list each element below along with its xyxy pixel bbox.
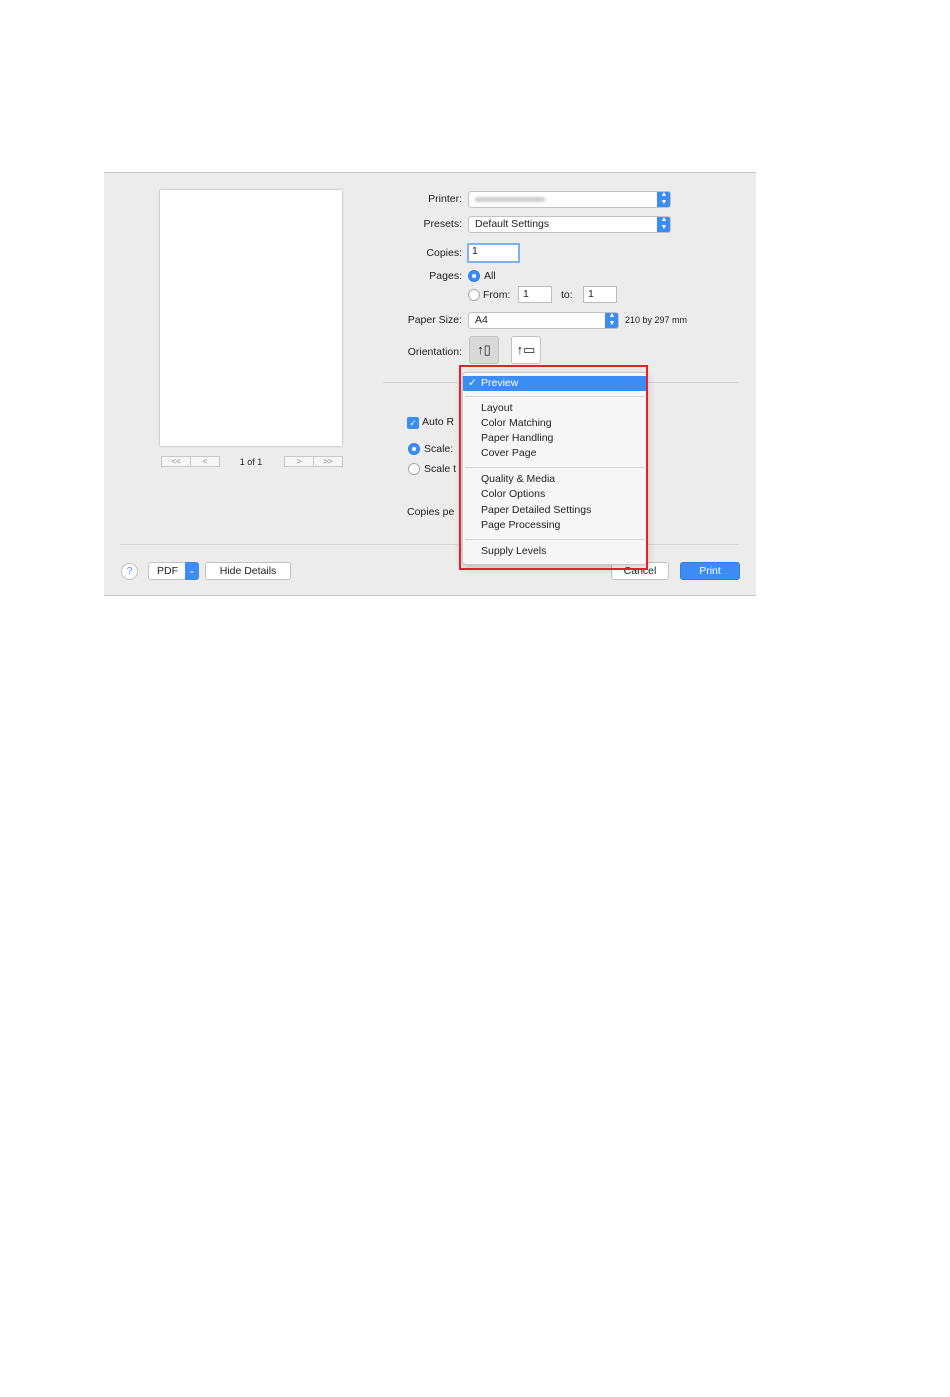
help-button[interactable]: ? [121,563,138,580]
pdf-label: PDF [157,565,178,577]
popup-arrows-icon: ▲ ▼ [657,217,670,232]
landscape-orientation-button[interactable]: ↑▭ [511,336,541,364]
paper-size-popup[interactable]: A4 ▲ ▼ [468,312,619,329]
pages-from-label: From: [483,289,511,301]
copies-label: Copies: [426,247,462,259]
scale-label: Scale: [424,443,454,455]
portrait-orientation-button[interactable]: ↑▯ [469,336,499,364]
hide-details-button[interactable]: Hide Details [205,562,291,580]
pages-from-field[interactable]: 1 [518,286,552,303]
printer-name-redacted [475,197,545,202]
printer-label: Printer: [428,193,462,205]
paper-dimensions: 210 by 297 mm [625,315,688,325]
scale-radio[interactable] [408,443,420,455]
paper-size-value: A4 [475,314,488,326]
paper-size-label: Paper Size: [407,314,462,326]
pages-all-radio[interactable] [468,270,480,282]
popup-arrows-icon: ▲ ▼ [605,313,618,328]
highlight-annotation-box [459,365,648,570]
pdf-menu-button[interactable]: PDF ⌄ [148,562,199,580]
pages-to-label: to: [561,289,573,301]
print-button[interactable]: Print [680,562,740,580]
scale-to-fit-label: Scale t [424,463,457,475]
chevron-down-icon: ⌄ [185,562,199,580]
auto-rotate-checkbox[interactable]: ✓ [407,417,419,429]
pages-to-field[interactable]: 1 [583,286,617,303]
copies-field[interactable]: 1 [467,243,520,263]
pages-label: Pages: [429,270,462,282]
page-counter: 1 of 1 [239,457,263,467]
next-page-button[interactable]: > [284,456,314,467]
pages-all-label: All [484,270,496,282]
popup-arrows-icon: ▲ ▼ [657,192,670,207]
orientation-label: Orientation: [407,346,462,358]
last-page-button[interactable]: >> [313,456,343,467]
printer-popup[interactable]: ▲ ▼ [468,191,671,208]
page-preview [160,190,342,446]
pages-range-radio[interactable] [468,289,480,301]
presets-label: Presets: [423,218,462,230]
portrait-icon: ↑▯ [477,342,491,357]
previous-page-button[interactable]: < [190,456,220,467]
print-dialog: << < 1 of 1 > >> Printer: ▲ ▼ Presets: De… [104,172,756,596]
landscape-icon: ↑▭ [516,342,536,357]
auto-rotate-label: Auto R [422,416,455,428]
copies-per-page-label: Copies pe [407,506,455,518]
scale-to-fit-radio[interactable] [408,463,420,475]
presets-popup[interactable]: Default Settings ▲ ▼ [468,216,671,233]
presets-value: Default Settings [475,218,550,230]
first-page-button[interactable]: << [161,456,191,467]
